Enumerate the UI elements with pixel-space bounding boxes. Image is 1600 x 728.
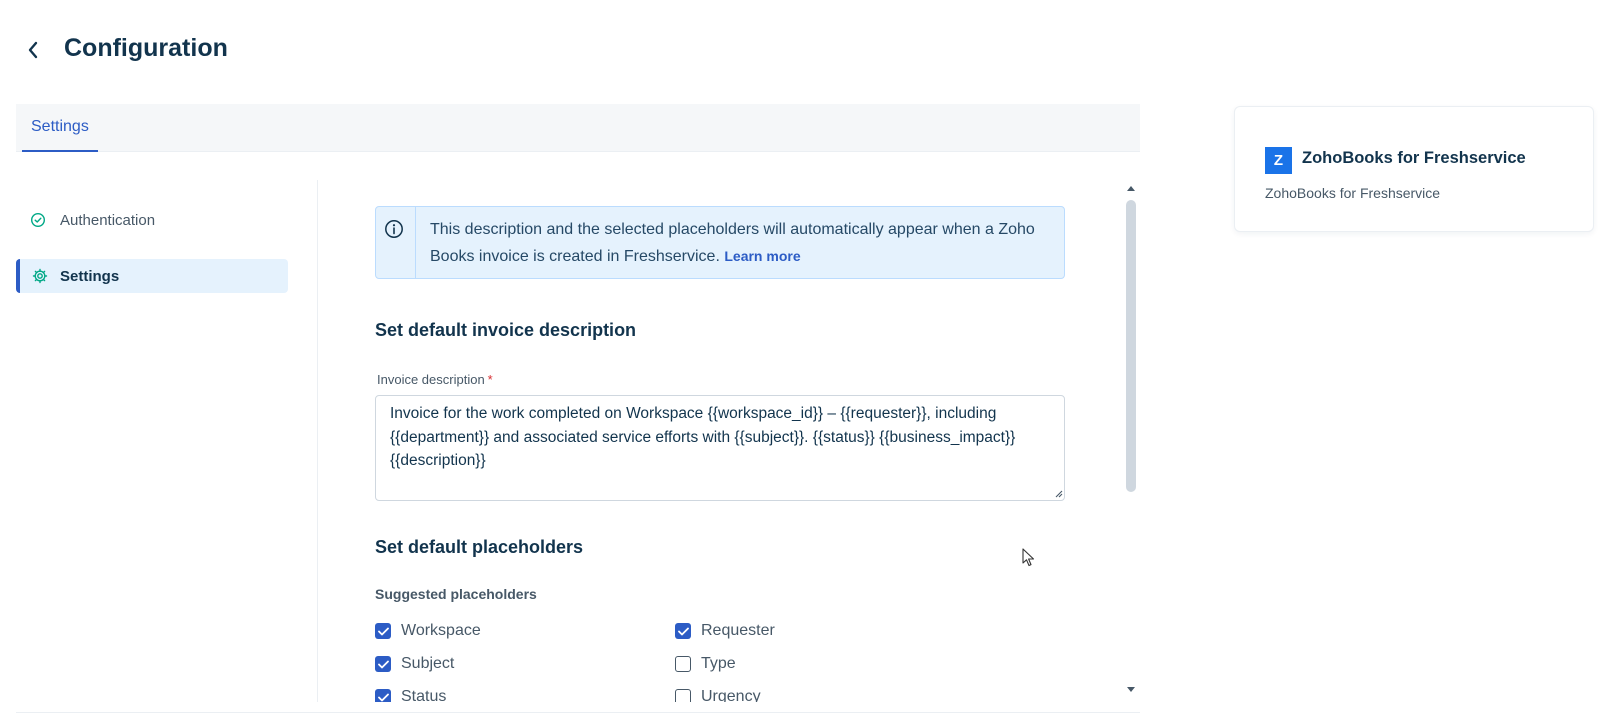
mouse-cursor-icon xyxy=(1022,548,1035,567)
page-header: Configuration xyxy=(0,0,1600,100)
sidebar-item-label: Settings xyxy=(60,267,120,285)
checkbox-label: Workspace xyxy=(401,622,481,639)
field-label-text: Invoice description xyxy=(377,372,485,387)
scroll-up-arrow-icon[interactable] xyxy=(1126,184,1136,192)
content-scrollbar[interactable] xyxy=(1124,182,1138,698)
checkbox-checked-icon xyxy=(375,689,391,702)
checkbox-unchecked-icon xyxy=(675,689,691,702)
checkbox-checked-icon xyxy=(375,623,391,639)
tab-settings[interactable]: Settings xyxy=(22,104,98,152)
required-marker: * xyxy=(487,372,493,387)
scroll-down-arrow-icon[interactable] xyxy=(1126,686,1136,694)
info-icon xyxy=(385,220,403,238)
tab-bar: Settings xyxy=(16,104,1140,152)
zohobooks-logo: Z xyxy=(1265,147,1292,174)
app-info-card: Z ZohoBooks for Freshservice ZohoBooks f… xyxy=(1234,106,1594,232)
checkbox-unchecked-icon xyxy=(675,656,691,672)
invoice-description-label: Invoice description * xyxy=(377,372,493,387)
placeholder-checkbox-urgency[interactable]: Urgency xyxy=(675,688,761,702)
learn-more-link[interactable]: Learn more xyxy=(724,248,800,264)
placeholder-checkbox-subject[interactable]: Subject xyxy=(375,655,454,673)
checkbox-label: Urgency xyxy=(701,688,761,702)
sidebar-item-label: Authentication xyxy=(60,211,156,229)
chevron-left-icon xyxy=(28,41,38,59)
checkbox-label: Subject xyxy=(401,655,455,672)
invoice-section-title: Set default invoice description xyxy=(375,320,637,340)
placeholder-checkbox-type[interactable]: Type xyxy=(675,655,736,673)
app-subtitle: ZohoBooks for Freshservice xyxy=(1265,185,1441,201)
footer-divider xyxy=(16,712,1140,713)
checkbox-label: Type xyxy=(701,655,736,672)
placeholder-checkbox-requester[interactable]: Requester xyxy=(675,622,775,640)
info-divider xyxy=(415,207,416,278)
checkbox-label: Requester xyxy=(701,622,775,639)
check-circle-icon xyxy=(16,212,60,228)
sidebar-item-settings[interactable]: Settings xyxy=(16,259,288,293)
info-text: This description and the selected placeh… xyxy=(430,217,1060,270)
gear-icon xyxy=(20,268,60,284)
resize-handle-icon[interactable] xyxy=(1053,488,1063,498)
scrollbar-thumb[interactable] xyxy=(1126,200,1136,492)
sidebar-item-authentication[interactable]: Authentication xyxy=(16,203,288,237)
checkbox-label: Status xyxy=(401,688,447,702)
info-banner: This description and the selected placeh… xyxy=(375,206,1065,279)
app-name: ZohoBooks for Freshservice xyxy=(1302,149,1526,167)
checkbox-checked-icon xyxy=(375,656,391,672)
back-button[interactable] xyxy=(22,36,44,64)
placeholders-section-title: Set default placeholders xyxy=(375,537,584,557)
page-title: Configuration xyxy=(64,34,228,62)
placeholder-checkbox-workspace[interactable]: Workspace xyxy=(375,622,481,640)
suggested-placeholders-label: Suggested placeholders xyxy=(375,586,537,602)
placeholder-checkbox-status[interactable]: Status xyxy=(375,688,446,702)
invoice-description-textarea[interactable]: Invoice for the work completed on Worksp… xyxy=(375,395,1065,501)
sidebar-nav: Authentication Settings xyxy=(16,180,318,702)
settings-content: This description and the selected placeh… xyxy=(375,180,1065,702)
checkbox-checked-icon xyxy=(675,623,691,639)
